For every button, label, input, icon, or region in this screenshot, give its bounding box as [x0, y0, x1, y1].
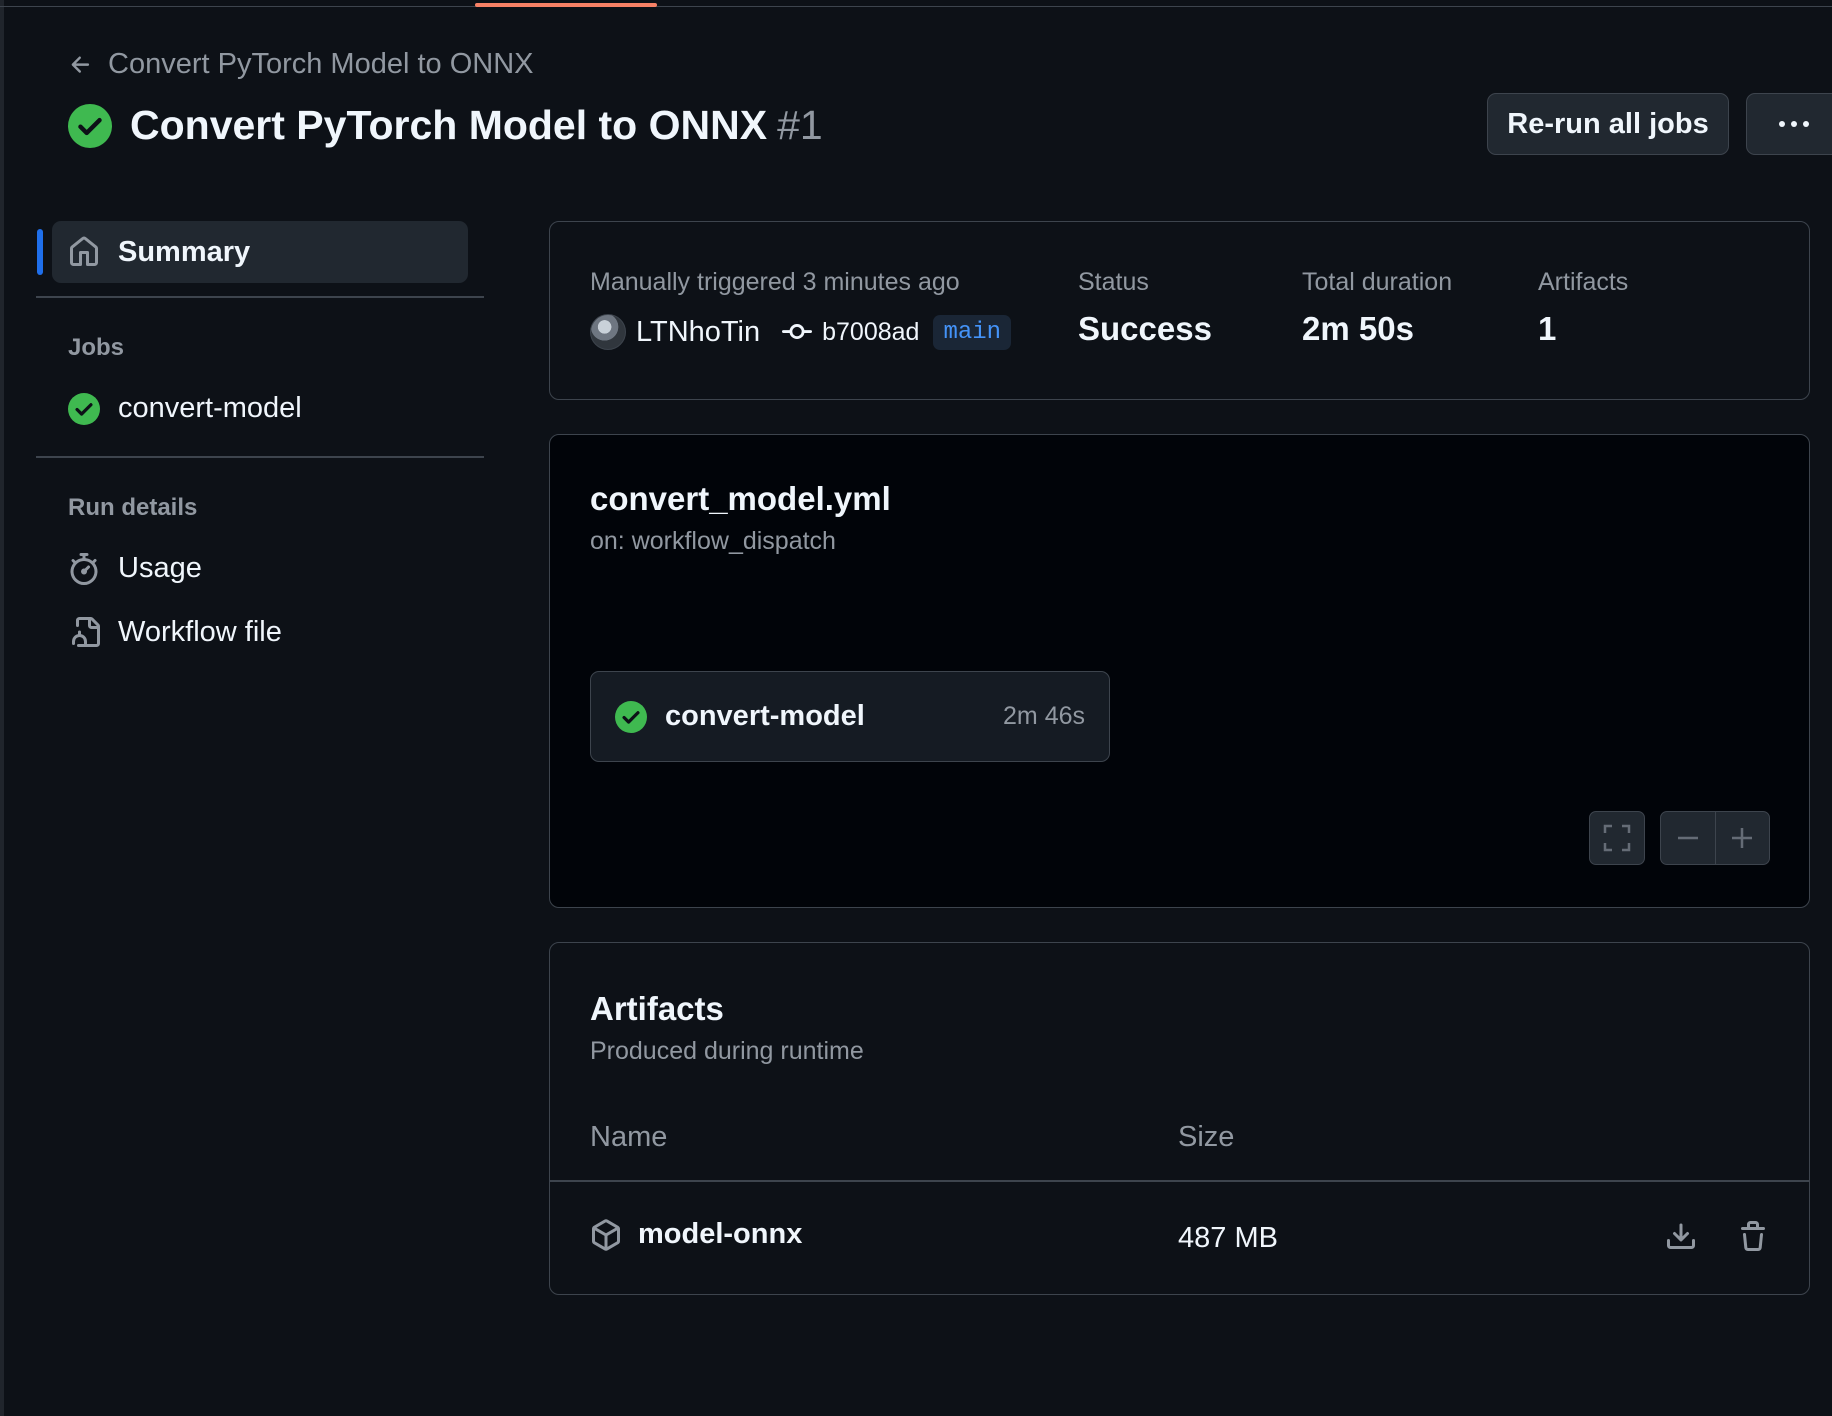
run-number: #1 — [777, 102, 823, 148]
download-artifact-button[interactable] — [1661, 1217, 1701, 1257]
plus-icon — [1732, 828, 1753, 848]
check-circle-fill-icon — [68, 392, 100, 425]
package-icon — [592, 1218, 620, 1251]
minus-icon — [1677, 836, 1698, 840]
zoom-in-button[interactable] — [1714, 812, 1770, 864]
back-to-workflow-link[interactable]: Convert PyTorch Model to ONNX — [68, 48, 533, 81]
workflow-trigger: on: workflow_dispatch — [590, 527, 836, 555]
artifact-link[interactable]: model-onnx — [590, 1218, 802, 1251]
artifacts-title: Artifacts — [590, 990, 724, 1027]
check-circle-fill-icon — [68, 103, 112, 148]
delete-artifact-button[interactable] — [1733, 1217, 1773, 1257]
artifacts-subtitle: Produced during runtime — [590, 1037, 864, 1065]
download-icon — [1667, 1223, 1695, 1249]
column-header-name: Name — [590, 1121, 668, 1153]
sidebar-divider — [36, 296, 484, 298]
workflow-graph-card: convert_model.yml on: workflow_dispatch … — [549, 434, 1810, 908]
home-icon — [70, 236, 98, 266]
run-details-heading: Run details — [68, 494, 198, 521]
trash-icon — [1741, 1221, 1765, 1251]
sidebar-item-summary[interactable]: Summary — [37, 221, 468, 283]
active-indicator — [37, 229, 43, 275]
status-value: Success — [1078, 310, 1212, 347]
arrow-left-icon — [71, 55, 90, 73]
usage-label: Usage — [118, 552, 202, 584]
duration-label: Total duration — [1302, 268, 1453, 296]
table-divider — [550, 1180, 1809, 1182]
job-node-name: convert-model — [665, 700, 865, 732]
sidebar-item-usage[interactable]: Usage — [68, 552, 202, 585]
actor-link[interactable]: LTNhoTin — [636, 316, 760, 349]
git-commit-icon — [782, 324, 813, 340]
window-edge — [0, 0, 4, 1416]
stopwatch-icon — [70, 552, 98, 585]
zoom-controls — [1660, 811, 1770, 865]
page-title-row: Convert PyTorch Model to ONNX #1 — [68, 102, 823, 149]
sidebar-item-label: Summary — [118, 235, 251, 268]
sidebar-item-job[interactable]: convert-model — [68, 392, 302, 425]
commit-sha-link[interactable]: b7008ad — [822, 318, 919, 347]
artifacts-count-label: Artifacts — [1538, 268, 1629, 296]
screen-full-icon — [1603, 824, 1631, 852]
artifacts-count-value[interactable]: 1 — [1538, 310, 1556, 348]
avatar[interactable] — [590, 314, 626, 350]
file-code-icon — [72, 616, 100, 647]
page-title: Convert PyTorch Model to ONNX #1 — [130, 102, 823, 149]
branch-badge[interactable]: main — [933, 314, 1012, 350]
job-node[interactable]: convert-model 2m 46s — [590, 671, 1110, 762]
back-link-label: Convert PyTorch Model to ONNX — [108, 48, 534, 80]
sidebar-divider — [36, 456, 484, 458]
more-options-button[interactable] — [1746, 93, 1832, 155]
check-circle-fill-icon — [615, 700, 647, 733]
tab-bar-border — [0, 6, 1832, 7]
selected-tab-indicator — [475, 3, 657, 7]
kebab-horizontal-icon — [1779, 121, 1809, 127]
artifacts-card: Artifacts Produced during runtime Name S… — [549, 942, 1810, 1295]
run-summary-card: Manually triggered 3 minutes ago LTNhoTi… — [549, 221, 1810, 400]
status-label: Status — [1078, 268, 1149, 296]
jobs-heading: Jobs — [68, 334, 125, 361]
artifact-name: model-onnx — [638, 1218, 803, 1250]
workflow-filename: convert_model.yml — [590, 480, 891, 517]
artifact-size: 487 MB — [1178, 1222, 1278, 1254]
duration-value[interactable]: 2m 50s — [1302, 310, 1414, 348]
trigger-details: LTNhoTin b7008ad main — [590, 314, 1012, 350]
run-title: Convert PyTorch Model to ONNX — [130, 102, 768, 148]
trigger-label: Manually triggered 3 minutes ago — [590, 268, 960, 296]
column-header-size: Size — [1178, 1121, 1235, 1153]
sidebar-item-workflow-file[interactable]: Workflow file — [68, 616, 282, 649]
zoom-out-button[interactable] — [1661, 812, 1715, 864]
fullscreen-button[interactable] — [1589, 811, 1645, 865]
job-node-duration: 2m 46s — [1003, 702, 1085, 730]
job-name: convert-model — [118, 392, 302, 424]
workflow-file-label: Workflow file — [118, 616, 282, 648]
rerun-all-jobs-button[interactable]: Re-run all jobs — [1487, 93, 1729, 155]
